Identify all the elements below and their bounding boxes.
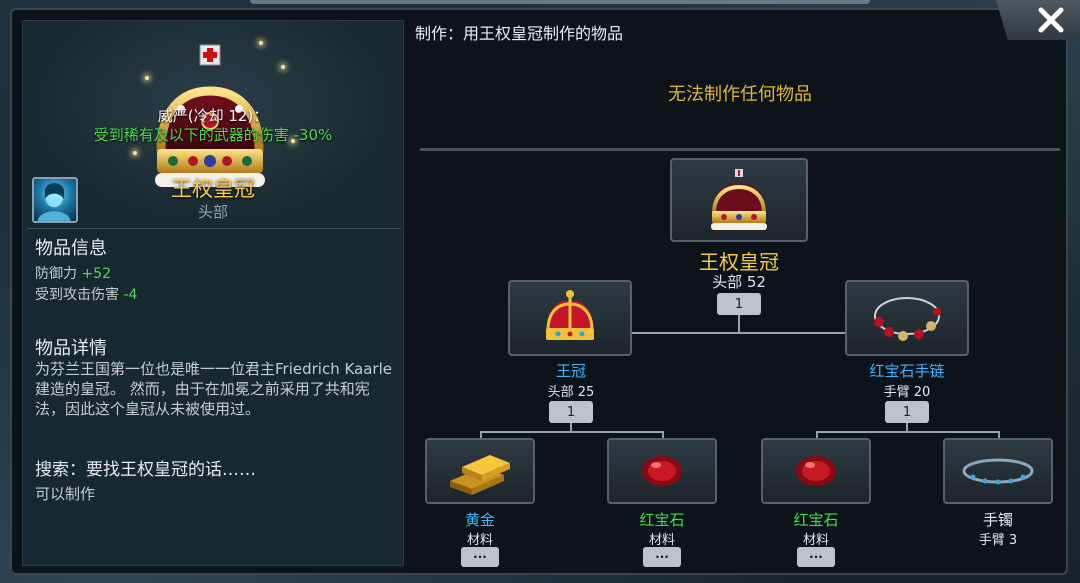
tree-node-crown-sub: 头部 25 xyxy=(547,385,595,400)
window-top-tab xyxy=(250,0,870,4)
tree-node-ruby-bracelet-name: 红宝石手链 xyxy=(869,362,945,380)
tree-leaf-ruby[interactable] xyxy=(761,438,871,504)
tree-connector xyxy=(738,312,740,334)
tree-leaf-ruby-more-button[interactable]: ··· xyxy=(643,547,681,567)
tree-leaf-ruby-name: 红宝石 xyxy=(639,511,685,529)
character-avatar-icon[interactable] xyxy=(32,177,78,223)
gold-bar-icon xyxy=(450,455,510,495)
sparkle-effect xyxy=(259,41,263,45)
tree-leaf-ruby-more-button[interactable]: ··· xyxy=(797,547,835,567)
tree-node-ruby-bracelet-sub: 手臂 20 xyxy=(883,385,931,400)
item-detail-panel: 威严(冷却 12)： 受到稀有及以下的武器的伤害 -30% 王权皇冠 头部 物品… xyxy=(22,20,404,566)
tree-leaf-bracelet-sub: 手臂 3 xyxy=(978,533,1018,548)
section-divider xyxy=(420,148,1060,151)
bracelet-icon xyxy=(962,458,1034,485)
panel-divider xyxy=(27,228,401,229)
ruby-icon xyxy=(796,456,836,486)
tree-node-crown-count[interactable]: 1 xyxy=(549,401,593,423)
close-icon xyxy=(1038,7,1064,33)
stat-label: 防御力 xyxy=(35,266,77,282)
search-result: 可以制作 xyxy=(35,485,96,503)
stat-label: 受到攻击伤害 xyxy=(35,287,119,303)
ruby-icon xyxy=(642,456,682,486)
tree-leaf-ruby-name: 红宝石 xyxy=(793,511,839,529)
item-preview: 威严(冷却 12)： 受到稀有及以下的武器的伤害 -30% 王权皇冠 头部 xyxy=(23,21,403,231)
tree-leaf-ruby-sub: 材料 xyxy=(802,533,830,548)
tree-node-ruby-bracelet-count[interactable]: 1 xyxy=(885,401,929,423)
ability-title: 威严(冷却 12)： xyxy=(157,107,269,125)
tree-leaf-gold-sub: 材料 xyxy=(466,533,494,548)
tree-node-root[interactable] xyxy=(670,158,808,242)
search-title: 搜索：要找王权皇冠的话…… xyxy=(35,460,256,480)
red-crown-icon xyxy=(546,290,594,340)
tree-node-root-count[interactable]: 1 xyxy=(717,293,761,315)
crown-icon xyxy=(711,169,767,230)
tree-leaf-bracelet[interactable] xyxy=(943,438,1053,504)
tree-leaf-gold[interactable] xyxy=(425,438,535,504)
ruby-bracelet-icon xyxy=(874,297,941,341)
stat-row-damage-taken: 受到攻击伤害 -4 xyxy=(35,284,137,304)
tree-leaf-bracelet-name: 手镯 xyxy=(982,511,1014,529)
tree-leaf-ruby[interactable] xyxy=(607,438,717,504)
tree-leaf-gold-name: 黄金 xyxy=(464,511,496,529)
tree-leaf-gold-more-button[interactable]: ··· xyxy=(461,547,499,567)
tree-node-crown-name: 王冠 xyxy=(555,362,587,380)
craft-header: 制作：用王权皇冠制作的物品 xyxy=(415,24,624,43)
stat-value: +52 xyxy=(81,266,111,282)
sparkle-effect xyxy=(145,76,149,80)
tree-leaf-ruby-sub: 材料 xyxy=(648,533,676,548)
close-button[interactable] xyxy=(996,0,1080,40)
stat-value: -4 xyxy=(123,287,138,303)
tree-node-root-sub: 头部 52 xyxy=(712,273,766,291)
item-details-title: 物品详情 xyxy=(35,338,107,359)
stat-row-defense: 防御力 +52 xyxy=(35,263,111,283)
sparkle-effect xyxy=(133,151,137,155)
item-info-title: 物品信息 xyxy=(35,238,107,259)
ability-description: 受到稀有及以下的武器的伤害 -30% xyxy=(93,126,333,144)
item-name: 王权皇冠 xyxy=(171,177,255,201)
item-slot: 头部 xyxy=(197,203,228,221)
no-craftable-message: 无法制作任何物品 xyxy=(668,84,812,105)
sparkle-effect xyxy=(281,65,285,69)
tree-node-crown[interactable] xyxy=(508,280,632,356)
item-description: 为芬兰王国第一位也是唯一一位君主Friedrich Kaarle建造的皇冠。 然… xyxy=(35,360,392,418)
tree-node-ruby-bracelet[interactable] xyxy=(845,280,969,356)
